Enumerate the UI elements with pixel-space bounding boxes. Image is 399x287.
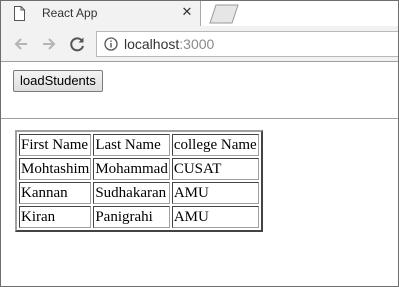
cell-first-name: Mohtashim: [19, 158, 92, 180]
table-row: Mohtashim Mohammad CUSAT: [19, 158, 259, 180]
header-last-name: Last Name: [93, 134, 170, 156]
header-first-name: First Name: [19, 134, 92, 156]
forward-arrow-icon[interactable]: [39, 34, 59, 54]
table-row: Kiran Panigrahi AMU: [19, 206, 259, 228]
cell-first-name: Kiran: [19, 206, 92, 228]
new-tab-icon[interactable]: [208, 4, 240, 24]
tab-react-app[interactable]: React App ✕: [1, 1, 201, 26]
cell-last-name: Panigrahi: [93, 206, 170, 228]
students-table: First Name Last Name college Name Mohtas…: [15, 130, 263, 232]
page-icon: [13, 6, 26, 21]
cell-last-name: Sudhakaran: [93, 182, 170, 204]
tab-title: React App: [42, 6, 98, 20]
header-college-name: college Name: [171, 134, 259, 156]
cell-first-name: Kannan: [19, 182, 92, 204]
load-students-button[interactable]: loadStudents: [13, 70, 103, 92]
cell-last-name: Mohammad: [93, 158, 170, 180]
students-table-wrapper: First Name Last Name college Name Mohtas…: [15, 130, 263, 232]
back-arrow-icon[interactable]: [11, 34, 31, 54]
url-text: localhost:3000: [124, 36, 214, 53]
tab-strip: React App ✕: [1, 1, 398, 27]
reload-icon[interactable]: [67, 34, 87, 54]
close-icon[interactable]: ✕: [179, 4, 195, 20]
url-port: :3000: [179, 36, 215, 52]
table-row: Kannan Sudhakaran AMU: [19, 182, 259, 204]
cell-college-name: CUSAT: [171, 158, 259, 180]
table-header-row: First Name Last Name college Name: [19, 134, 259, 156]
divider: [1, 118, 398, 119]
cell-college-name: AMU: [171, 206, 259, 228]
info-icon[interactable]: [104, 37, 118, 51]
browser-toolbar: localhost:3000: [1, 26, 398, 62]
page-content: loadStudents First Name Last Name colleg…: [1, 62, 398, 286]
cell-college-name: AMU: [171, 182, 259, 204]
address-bar[interactable]: localhost:3000: [96, 31, 398, 57]
browser-window: React App ✕ localhost:3000 loadStudents …: [0, 0, 399, 287]
url-host: localhost: [124, 36, 180, 52]
